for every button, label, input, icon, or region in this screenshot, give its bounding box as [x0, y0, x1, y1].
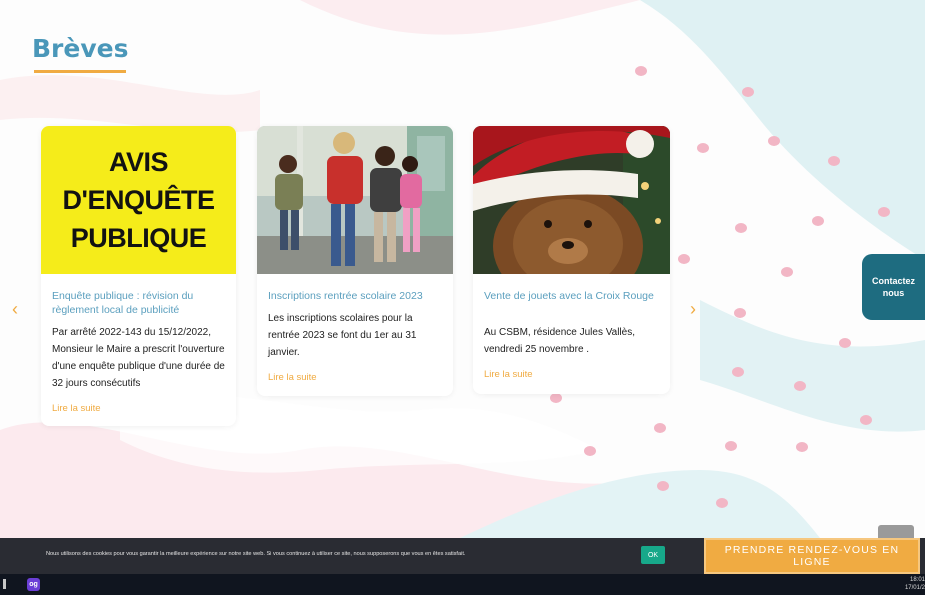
read-more-link[interactable]: Lire la suite — [52, 403, 101, 414]
teddy-bear-photo — [473, 126, 670, 274]
contact-tab-line-1: Contactez — [871, 276, 915, 286]
carousel-prev-button[interactable]: ‹ — [12, 300, 18, 318]
card-title[interactable]: Inscriptions rentrée scolaire 2023 — [268, 289, 444, 303]
news-card-enquete[interactable]: AVIS D'ENQUÊTE PUBLIQUE Enquête publique… — [41, 126, 236, 426]
contact-tab-line-2: nous — [882, 288, 905, 298]
avis-line-3: PUBLIQUE — [70, 223, 207, 253]
read-more-link[interactable]: Lire la suite — [484, 369, 533, 380]
carousel-next-button[interactable]: › — [690, 300, 696, 318]
contact-us-tab[interactable]: Contactez nous — [862, 254, 925, 320]
taskbar-clock[interactable]: 18:01 17/01/2 — [897, 576, 925, 592]
page-content: Brèves ‹ › AVIS D'ENQUÊTE PUBLIQUE Enquê… — [0, 0, 925, 538]
children-photo — [257, 126, 453, 274]
card-text: Par arrêté 2022-143 du 15/12/2022, Monsi… — [52, 327, 225, 389]
news-card-jouets[interactable]: Vente de jouets avec la Croix Rouge Au C… — [473, 126, 670, 394]
scroll-to-top-button[interactable] — [878, 525, 914, 539]
card-title[interactable]: Enquête publique : révision du règlement… — [52, 289, 228, 317]
news-card-inscriptions[interactable]: Inscriptions rentrée scolaire 2023 Les i… — [257, 126, 453, 396]
taskbar-app-icon[interactable]: og — [27, 578, 40, 591]
card-text: Les inscriptions scolaires pour la rentr… — [268, 313, 417, 358]
card-image-avis: AVIS D'ENQUÊTE PUBLIQUE — [41, 126, 236, 274]
taskbar-edge — [3, 579, 6, 589]
book-appointment-button[interactable]: PRENDRE RENDEZ-VOUS EN LIGNE — [704, 538, 920, 574]
avis-line-2: D'ENQUÊTE — [62, 185, 215, 215]
card-text: Au CSBM, résidence Jules Vallès, vendred… — [484, 327, 635, 355]
card-image-children — [257, 126, 453, 274]
taskbar-time: 18:01 — [909, 577, 925, 583]
title-underline — [34, 70, 126, 73]
taskbar-date: 17/01/2 — [904, 585, 925, 591]
section-title: Brèves — [32, 34, 129, 63]
avis-line-1: AVIS — [108, 147, 169, 177]
card-image-teddy-bear — [473, 126, 670, 274]
cookie-text: Nous utilisons des cookies pour vous gar… — [46, 551, 466, 557]
os-taskbar: og 18:01 17/01/2 — [0, 574, 925, 595]
read-more-link[interactable]: Lire la suite — [268, 372, 317, 383]
cookie-ok-button[interactable]: OK — [641, 546, 665, 564]
card-title[interactable]: Vente de jouets avec la Croix Rouge — [484, 289, 660, 303]
